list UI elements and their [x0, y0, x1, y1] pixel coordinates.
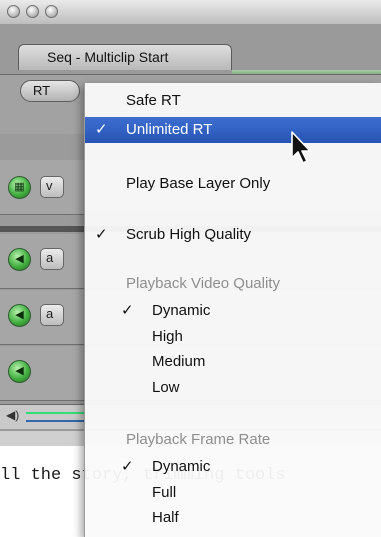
menu-item-pvq-medium[interactable]: Medium: [85, 349, 381, 375]
audio-level-lines: [26, 412, 86, 422]
speaker-icon[interactable]: ◀: [8, 248, 31, 271]
menu-item-label: Half: [152, 509, 179, 526]
menu-item-safe-rt[interactable]: Safe RT: [85, 88, 381, 114]
menu-item-label: Full: [152, 484, 177, 501]
menu-item-label: Low: [152, 379, 180, 396]
menu-item-label: Play Base Layer Only: [126, 175, 271, 192]
audio-track-2-target-button[interactable]: a: [40, 304, 64, 326]
menu-item-play-base-layer-only[interactable]: Play Base Layer Only: [85, 171, 381, 197]
checkmark-icon: ✓: [121, 302, 134, 319]
menu-item-pvq-dynamic[interactable]: ✓ Dynamic: [85, 298, 381, 324]
audio-track-2-target-label: a: [46, 306, 54, 321]
menu-item-label: Dynamic: [152, 302, 211, 319]
menu-item-unlimited-rt[interactable]: ✓ Unlimited RT: [85, 117, 381, 143]
zoom-window-button[interactable]: [45, 5, 58, 18]
menu-item-pfr-dynamic[interactable]: ✓ Dynamic: [85, 454, 381, 480]
menu-header-playback-video-quality: Playback Video Quality: [85, 271, 381, 297]
rt-popup-menu: Safe RT ✓ Unlimited RT Play Base Layer O…: [84, 83, 381, 537]
tab-sequence-label: Seq - Multiclip Start: [47, 49, 169, 65]
menu-item-label: Medium: [152, 353, 206, 370]
speaker-icon[interactable]: ◀: [8, 360, 31, 383]
menu-item-pvq-low[interactable]: Low: [85, 375, 381, 401]
menu-header-playback-frame-rate: Playback Frame Rate: [85, 427, 381, 453]
menu-item-label: Unlimited RT: [126, 121, 213, 138]
menu-item-label: High: [152, 328, 183, 345]
menu-item-pfr-full[interactable]: Full: [85, 480, 381, 506]
speaker-icon[interactable]: ◀: [8, 304, 31, 327]
rt-popup-button[interactable]: RT: [20, 80, 80, 102]
video-track-target-label: v: [46, 178, 53, 193]
mouse-pointer-icon: [291, 131, 311, 164]
video-track-target-button[interactable]: v: [40, 176, 64, 198]
menu-item-pvq-high[interactable]: High: [85, 324, 381, 350]
checkmark-icon: ✓: [95, 226, 108, 243]
menu-item-label: Dynamic: [152, 458, 211, 475]
menu-header-label: Playback Video Quality: [126, 275, 280, 292]
close-window-button[interactable]: [7, 5, 20, 18]
audio-track-1-target-button[interactable]: a: [40, 248, 64, 270]
menu-item-label: Scrub High Quality: [126, 226, 252, 243]
menu-item-label: Safe RT: [126, 92, 181, 109]
volume-icon[interactable]: ◀): [6, 408, 19, 422]
rt-popup-label: RT: [33, 83, 51, 98]
tab-sequence[interactable]: Seq - Multiclip Start: [18, 44, 232, 70]
checkmark-icon: ✓: [95, 121, 108, 138]
minimize-window-button[interactable]: [26, 5, 39, 18]
menu-item-pfr-half[interactable]: Half: [85, 505, 381, 531]
menu-item-scrub-high-quality[interactable]: ✓ Scrub High Quality: [85, 222, 381, 248]
menu-header-label: Playback Frame Rate: [126, 431, 271, 448]
checkmark-icon: ✓: [121, 458, 134, 475]
title-bar[interactable]: [0, 0, 381, 25]
audio-track-1-target-label: a: [46, 250, 54, 265]
video-track-visibility-icon[interactable]: ▦: [8, 176, 31, 199]
